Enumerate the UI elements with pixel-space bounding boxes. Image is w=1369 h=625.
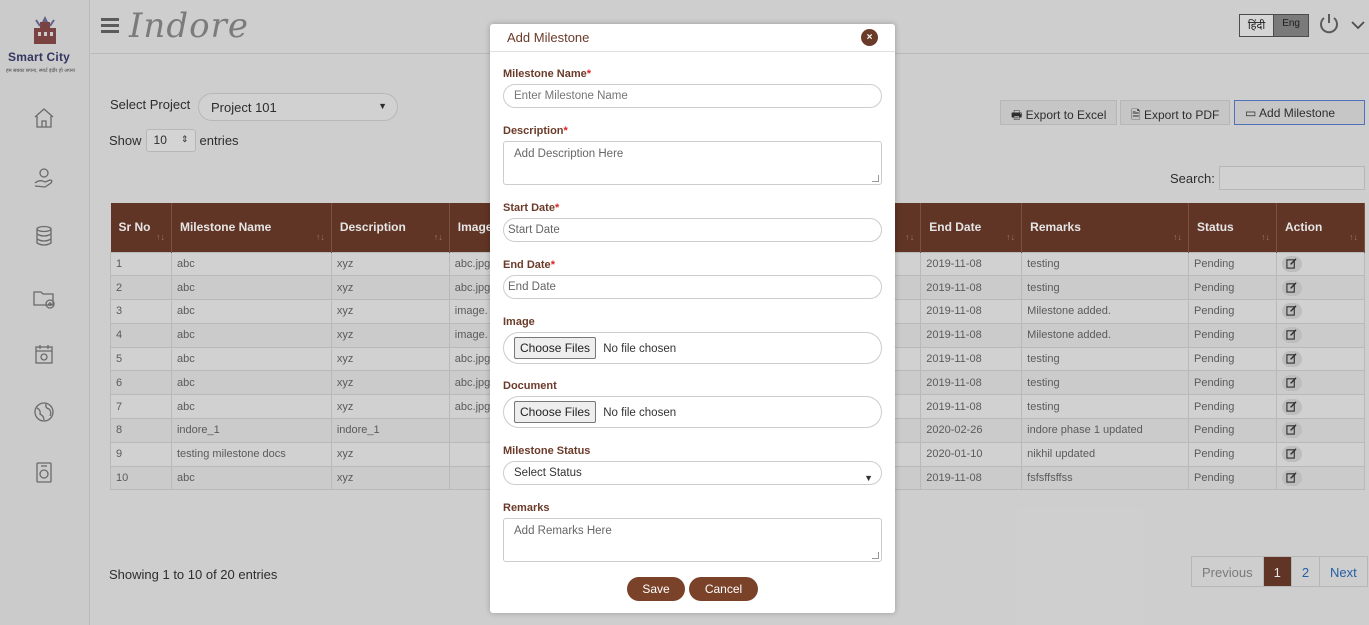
modal-title: Add Milestone (507, 30, 590, 45)
description-label: Description* (503, 125, 568, 137)
remarks-placeholder: Add Remarks Here (514, 525, 612, 537)
description-placeholder: Add Description Here (514, 148, 624, 160)
image-choose-files-button[interactable]: Choose Files (514, 337, 597, 359)
modal-header: Add Milestone × (490, 24, 895, 52)
milestone-status-value: Select Status (514, 467, 582, 479)
close-icon[interactable]: × (861, 29, 878, 46)
milestone-status-label: Milestone Status (503, 445, 591, 457)
image-file-input[interactable]: Choose Files No file chosen (503, 332, 882, 364)
resize-handle-icon[interactable] (872, 552, 879, 559)
start-date-input[interactable]: Start Date (503, 218, 882, 242)
document-choose-files-button[interactable]: Choose Files (514, 401, 597, 423)
image-no-file-text: No file chosen (603, 343, 677, 355)
milestone-name-input[interactable] (503, 84, 882, 108)
image-label: Image (503, 316, 535, 328)
document-no-file-text: No file chosen (603, 407, 677, 419)
end-date-label: End Date* (503, 259, 555, 271)
milestone-status-select[interactable]: Select Status ▼ (503, 461, 882, 485)
document-file-input[interactable]: Choose Files No file chosen (503, 396, 882, 428)
remarks-textarea[interactable]: Add Remarks Here (503, 518, 882, 562)
cancel-button[interactable]: Cancel (689, 577, 758, 601)
caret-down-icon: ▼ (864, 473, 873, 483)
remarks-label: Remarks (503, 502, 550, 514)
start-date-label: Start Date* (503, 202, 560, 214)
description-textarea[interactable]: Add Description Here (503, 141, 882, 185)
document-label: Document (503, 380, 557, 392)
add-milestone-modal: Add Milestone × Milestone Name* Descript… (490, 24, 895, 613)
save-button[interactable]: Save (627, 577, 685, 601)
end-date-input[interactable]: End Date (503, 275, 882, 299)
resize-handle-icon[interactable] (872, 175, 879, 182)
milestone-name-label: Milestone Name* (503, 68, 592, 80)
